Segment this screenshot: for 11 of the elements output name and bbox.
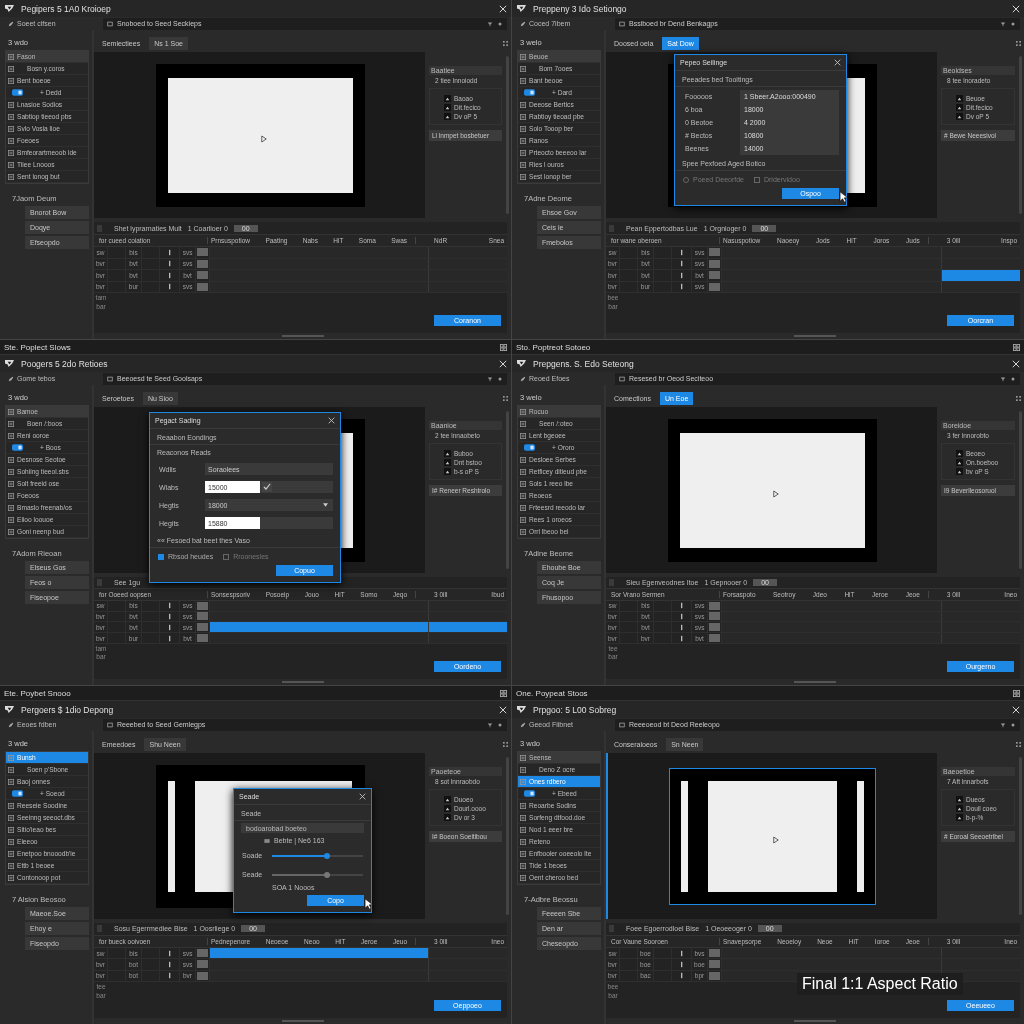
app-title: Prepgens. S. Edo Seteong	[533, 358, 635, 369]
window-title: Sto. Poptreot Sotoeo	[516, 342, 592, 352]
app-title: Prpgoo: 5 L00 Sobreg	[533, 704, 618, 715]
caption-toast: Final 1:1 Aspect Ratio	[797, 973, 963, 995]
app-title: Poogers 5 2do Retioes	[21, 358, 109, 369]
app-title: Pegipers 5 1A0 Kroioep	[21, 3, 112, 14]
window-title: Ete. Poybet Snooo	[4, 688, 72, 698]
app-title: Pergoers $ 1dio Depong	[21, 704, 115, 715]
window-title: One. Poypeat Stoos	[516, 688, 589, 698]
window-title: Ste. Poplect Slows	[4, 342, 72, 352]
app-title: Preppeny 3 Ido Setiongo	[533, 3, 628, 14]
